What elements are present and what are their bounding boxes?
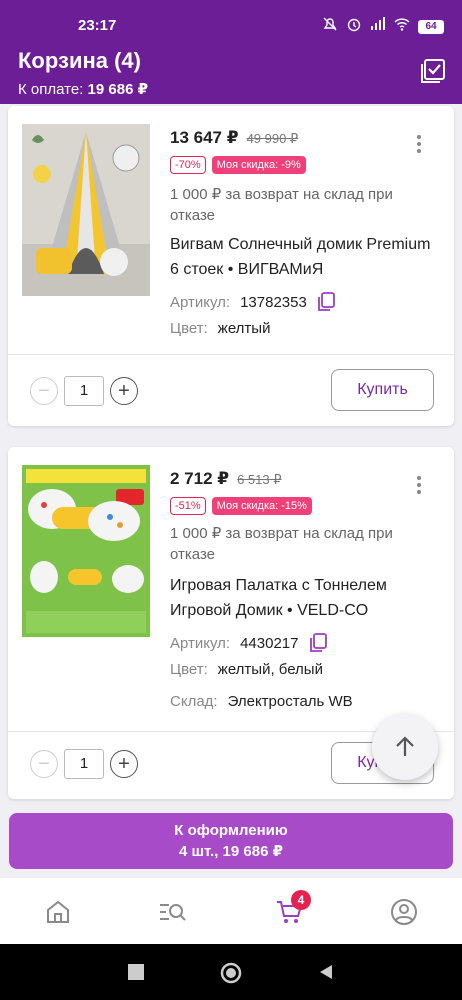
old-price: 49 990 ₽ bbox=[246, 131, 299, 146]
system-nav-bar bbox=[0, 944, 462, 1000]
quantity-value[interactable]: 1 bbox=[64, 749, 104, 779]
article-row: Артикул: 13782353 bbox=[170, 292, 335, 312]
divider bbox=[8, 354, 454, 355]
color-label: Цвет: bbox=[170, 661, 208, 678]
discount-badge: -51% bbox=[170, 497, 206, 515]
quantity-stepper: − 1 + bbox=[30, 749, 138, 779]
status-bar: 23:17 64 bbox=[0, 0, 462, 38]
pay-label: К оплате: bbox=[18, 81, 84, 98]
old-price: 6 513 ₽ bbox=[237, 472, 282, 487]
page-title: Корзина (4) bbox=[18, 48, 141, 73]
product-name[interactable]: Игровая Палатка с Тоннелем Игровой Домик… bbox=[170, 573, 440, 623]
home-button-icon[interactable] bbox=[220, 962, 242, 984]
home-icon[interactable] bbox=[44, 898, 72, 926]
status-icons: 64 bbox=[322, 16, 444, 37]
warehouse-row: Склад: Электросталь WB bbox=[170, 693, 353, 710]
mute-icon bbox=[322, 16, 338, 37]
color-row: Цвет: желтый bbox=[170, 320, 270, 337]
color-row: Цвет: желтый, белый bbox=[170, 661, 323, 678]
color-label: Цвет: bbox=[170, 320, 208, 337]
my-discount-badge: Моя скидка: -9% bbox=[211, 156, 306, 174]
wifi-icon bbox=[394, 16, 410, 37]
checkout-button[interactable]: К оформлению 4 шт., 19 686 ₽ bbox=[9, 813, 453, 869]
color-value: желтый, белый bbox=[217, 661, 323, 678]
article-value: 13782353 bbox=[240, 293, 307, 311]
back-icon[interactable] bbox=[318, 964, 334, 980]
return-fee: 1 000 ₽ за возврат на склад при отказе bbox=[170, 186, 393, 224]
increase-button[interactable]: + bbox=[110, 750, 138, 778]
product-image[interactable] bbox=[22, 465, 150, 637]
checkout-label: К оформлению bbox=[174, 822, 288, 839]
increase-button[interactable]: + bbox=[110, 377, 138, 405]
my-discount-badge: Моя скидка: -15% bbox=[211, 497, 312, 515]
buy-button[interactable]: Купить bbox=[331, 369, 434, 411]
cart-count-badge: 4 bbox=[291, 890, 311, 910]
price-row: 2 712 ₽ 6 513 ₽ bbox=[170, 469, 282, 489]
catalog-search-icon[interactable] bbox=[158, 898, 186, 926]
arrow-up-icon bbox=[396, 736, 414, 756]
discount-badges: -70% Моя скидка: -9% bbox=[170, 156, 306, 174]
warehouse-value: Электросталь WB bbox=[227, 693, 353, 710]
signal-icon bbox=[370, 16, 386, 37]
bottom-nav bbox=[0, 878, 462, 944]
product-price: 13 647 ₽ bbox=[170, 128, 239, 147]
quantity-stepper: − 1 + bbox=[30, 376, 138, 406]
decrease-button[interactable]: − bbox=[30, 377, 58, 405]
quantity-value[interactable]: 1 bbox=[64, 376, 104, 406]
recent-apps-icon[interactable] bbox=[128, 964, 144, 980]
alarm-icon bbox=[346, 16, 362, 37]
discount-badge: -70% bbox=[170, 156, 206, 174]
article-label: Артикул: bbox=[170, 293, 231, 311]
pay-summary: К оплате: 19 686 ₽ bbox=[18, 80, 148, 98]
return-fee: 1 000 ₽ за возврат на склад при отказе bbox=[170, 525, 393, 563]
article-label: Артикул: bbox=[170, 634, 231, 652]
cart-item: 13 647 ₽ 49 990 ₽ -70% Моя скидка: -9% 1… bbox=[8, 106, 454, 426]
scroll-top-button[interactable] bbox=[372, 714, 438, 780]
product-price: 2 712 ₽ bbox=[170, 469, 230, 488]
battery-icon: 64 bbox=[418, 19, 444, 34]
more-options-icon[interactable] bbox=[416, 475, 422, 495]
copy-icon[interactable] bbox=[317, 292, 335, 312]
copy-icon[interactable] bbox=[309, 633, 327, 653]
decrease-button[interactable]: − bbox=[30, 750, 58, 778]
status-time: 23:17 bbox=[78, 17, 117, 34]
pay-amount: 19 686 ₽ bbox=[87, 81, 149, 98]
profile-icon[interactable] bbox=[390, 898, 418, 926]
select-all-icon[interactable] bbox=[420, 58, 446, 84]
discount-badges: -51% Моя скидка: -15% bbox=[170, 497, 312, 515]
app-header: Корзина (4) К оплате: 19 686 ₽ bbox=[0, 38, 462, 104]
article-value: 4430217 bbox=[240, 634, 299, 652]
more-options-icon[interactable] bbox=[416, 134, 422, 154]
price-row: 13 647 ₽ 49 990 ₽ bbox=[170, 128, 298, 148]
checkout-summary: 4 шт., 19 686 ₽ bbox=[178, 843, 284, 860]
product-name[interactable]: Вигвам Солнечный домик Premium 6 стоек •… bbox=[170, 232, 440, 282]
color-value: желтый bbox=[217, 320, 271, 337]
article-row: Артикул: 4430217 bbox=[170, 633, 327, 653]
warehouse-label: Склад: bbox=[170, 693, 218, 710]
product-image[interactable] bbox=[22, 124, 150, 296]
